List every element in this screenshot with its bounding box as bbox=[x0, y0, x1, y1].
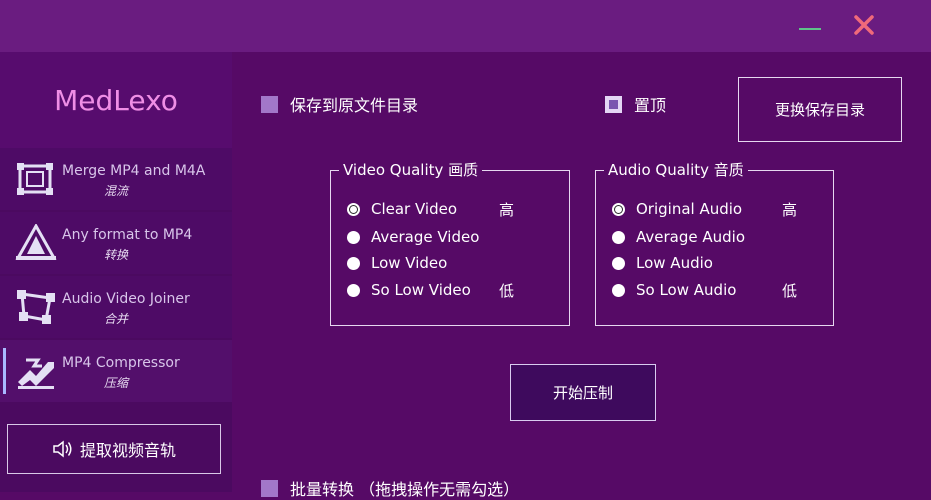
sidebar-item-sub: 合并 bbox=[103, 312, 128, 326]
sidebar-item-convert[interactable]: Any format to MP4 转换 bbox=[0, 212, 232, 274]
sidebar-item-label: Audio Video Joiner bbox=[62, 291, 190, 307]
video-clear-radio[interactable]: Clear Video 高 bbox=[347, 199, 514, 219]
extract-audio-button[interactable]: 提取视频音轨 bbox=[7, 424, 221, 474]
pin-top-checkbox[interactable]: 置顶 bbox=[605, 92, 666, 116]
checkbox-box bbox=[261, 479, 278, 497]
batch-convert-label: 批量转换 （拖拽操作无需勾选） bbox=[290, 480, 520, 499]
checkbox-box bbox=[261, 95, 278, 113]
audio-quality-group: Audio Quality 音质 Original Audio 高 Averag… bbox=[595, 159, 834, 326]
convert-icon bbox=[14, 222, 58, 262]
start-compress-button[interactable]: 开始压制 bbox=[510, 364, 656, 421]
merge-icon bbox=[14, 160, 58, 198]
start-compress-label: 开始压制 bbox=[552, 384, 613, 402]
video-quality-title: Video Quality 画质 bbox=[339, 159, 483, 180]
sidebar: MedLexo Merge MP4 and M4A 混流 Any format … bbox=[0, 52, 232, 492]
option-tag: 高 bbox=[499, 200, 515, 219]
audio-average-radio[interactable]: Average Audio bbox=[612, 227, 745, 247]
sidebar-item-sub: 混流 bbox=[103, 184, 128, 198]
option-tag: 低 bbox=[499, 281, 515, 300]
sidebar-item-label: Merge MP4 and M4A bbox=[62, 163, 206, 179]
speaker-icon bbox=[53, 440, 72, 458]
sidebar-item-sub: 转换 bbox=[103, 248, 128, 262]
radio-dot bbox=[347, 202, 360, 216]
app-title: MedLexo bbox=[0, 52, 232, 148]
radio-dot bbox=[347, 230, 360, 244]
audio-original-radio[interactable]: Original Audio 高 bbox=[612, 199, 797, 219]
video-so-low-radio[interactable]: So Low Video 低 bbox=[347, 280, 514, 300]
joiner-icon bbox=[14, 288, 58, 326]
sidebar-item-joiner[interactable]: Audio Video Joiner 合并 bbox=[0, 276, 232, 338]
radio-dot bbox=[612, 202, 625, 216]
change-save-dir-label: 更换保存目录 bbox=[774, 101, 865, 119]
extract-audio-label: 提取视频音轨 bbox=[79, 441, 176, 460]
sidebar-item-sub: 压缩 bbox=[103, 376, 128, 390]
close-button[interactable] bbox=[851, 12, 879, 40]
radio-dot bbox=[347, 283, 360, 297]
radio-dot bbox=[612, 256, 625, 270]
minimize-button[interactable] bbox=[797, 12, 825, 40]
compressor-icon bbox=[14, 352, 58, 390]
option-label: Low Audio bbox=[636, 254, 713, 272]
option-tag: 低 bbox=[782, 281, 798, 300]
video-low-radio[interactable]: Low Video bbox=[347, 253, 447, 273]
option-tag: 高 bbox=[782, 200, 798, 219]
video-average-radio[interactable]: Average Video bbox=[347, 227, 479, 247]
save-to-original-label: 保存到原文件目录 bbox=[290, 96, 419, 115]
option-label: Low Video bbox=[371, 254, 448, 272]
sidebar-item-merge[interactable]: Merge MP4 and M4A 混流 bbox=[0, 148, 232, 210]
sidebar-item-label: MP4 Compressor bbox=[62, 355, 180, 371]
sidebar-item-label: Any format to MP4 bbox=[62, 227, 193, 243]
save-to-original-checkbox[interactable]: 保存到原文件目录 bbox=[261, 92, 418, 116]
option-label: Average Video bbox=[371, 228, 480, 246]
audio-low-radio[interactable]: Low Audio bbox=[612, 253, 713, 273]
radio-dot bbox=[612, 230, 625, 244]
change-save-dir-button[interactable]: 更换保存目录 bbox=[738, 77, 902, 142]
sidebar-item-compressor[interactable]: MP4 Compressor 压缩 bbox=[0, 340, 232, 402]
checkbox-box bbox=[605, 95, 622, 113]
batch-convert-checkbox[interactable]: 批量转换 （拖拽操作无需勾选） bbox=[261, 476, 519, 500]
close-icon bbox=[854, 15, 874, 35]
option-label: Average Audio bbox=[636, 228, 745, 246]
active-indicator bbox=[3, 348, 6, 394]
radio-dot bbox=[347, 256, 360, 270]
audio-quality-title: Audio Quality 音质 bbox=[604, 159, 748, 180]
radio-dot bbox=[612, 283, 625, 297]
option-label: So Low Audio bbox=[636, 281, 737, 299]
audio-so-low-radio[interactable]: So Low Audio 低 bbox=[612, 280, 797, 300]
option-label: Clear Video bbox=[371, 200, 458, 218]
option-label: Original Audio bbox=[636, 200, 743, 218]
option-label: So Low Video bbox=[371, 281, 471, 299]
main-panel: 保存到原文件目录 置顶 更换保存目录 Video Quality 画质 Clea… bbox=[232, 52, 931, 499]
minimize-icon bbox=[799, 28, 821, 30]
title-bar bbox=[0, 0, 931, 52]
video-quality-group: Video Quality 画质 Clear Video 高 Average V… bbox=[330, 159, 570, 326]
pin-top-label: 置顶 bbox=[634, 96, 667, 115]
